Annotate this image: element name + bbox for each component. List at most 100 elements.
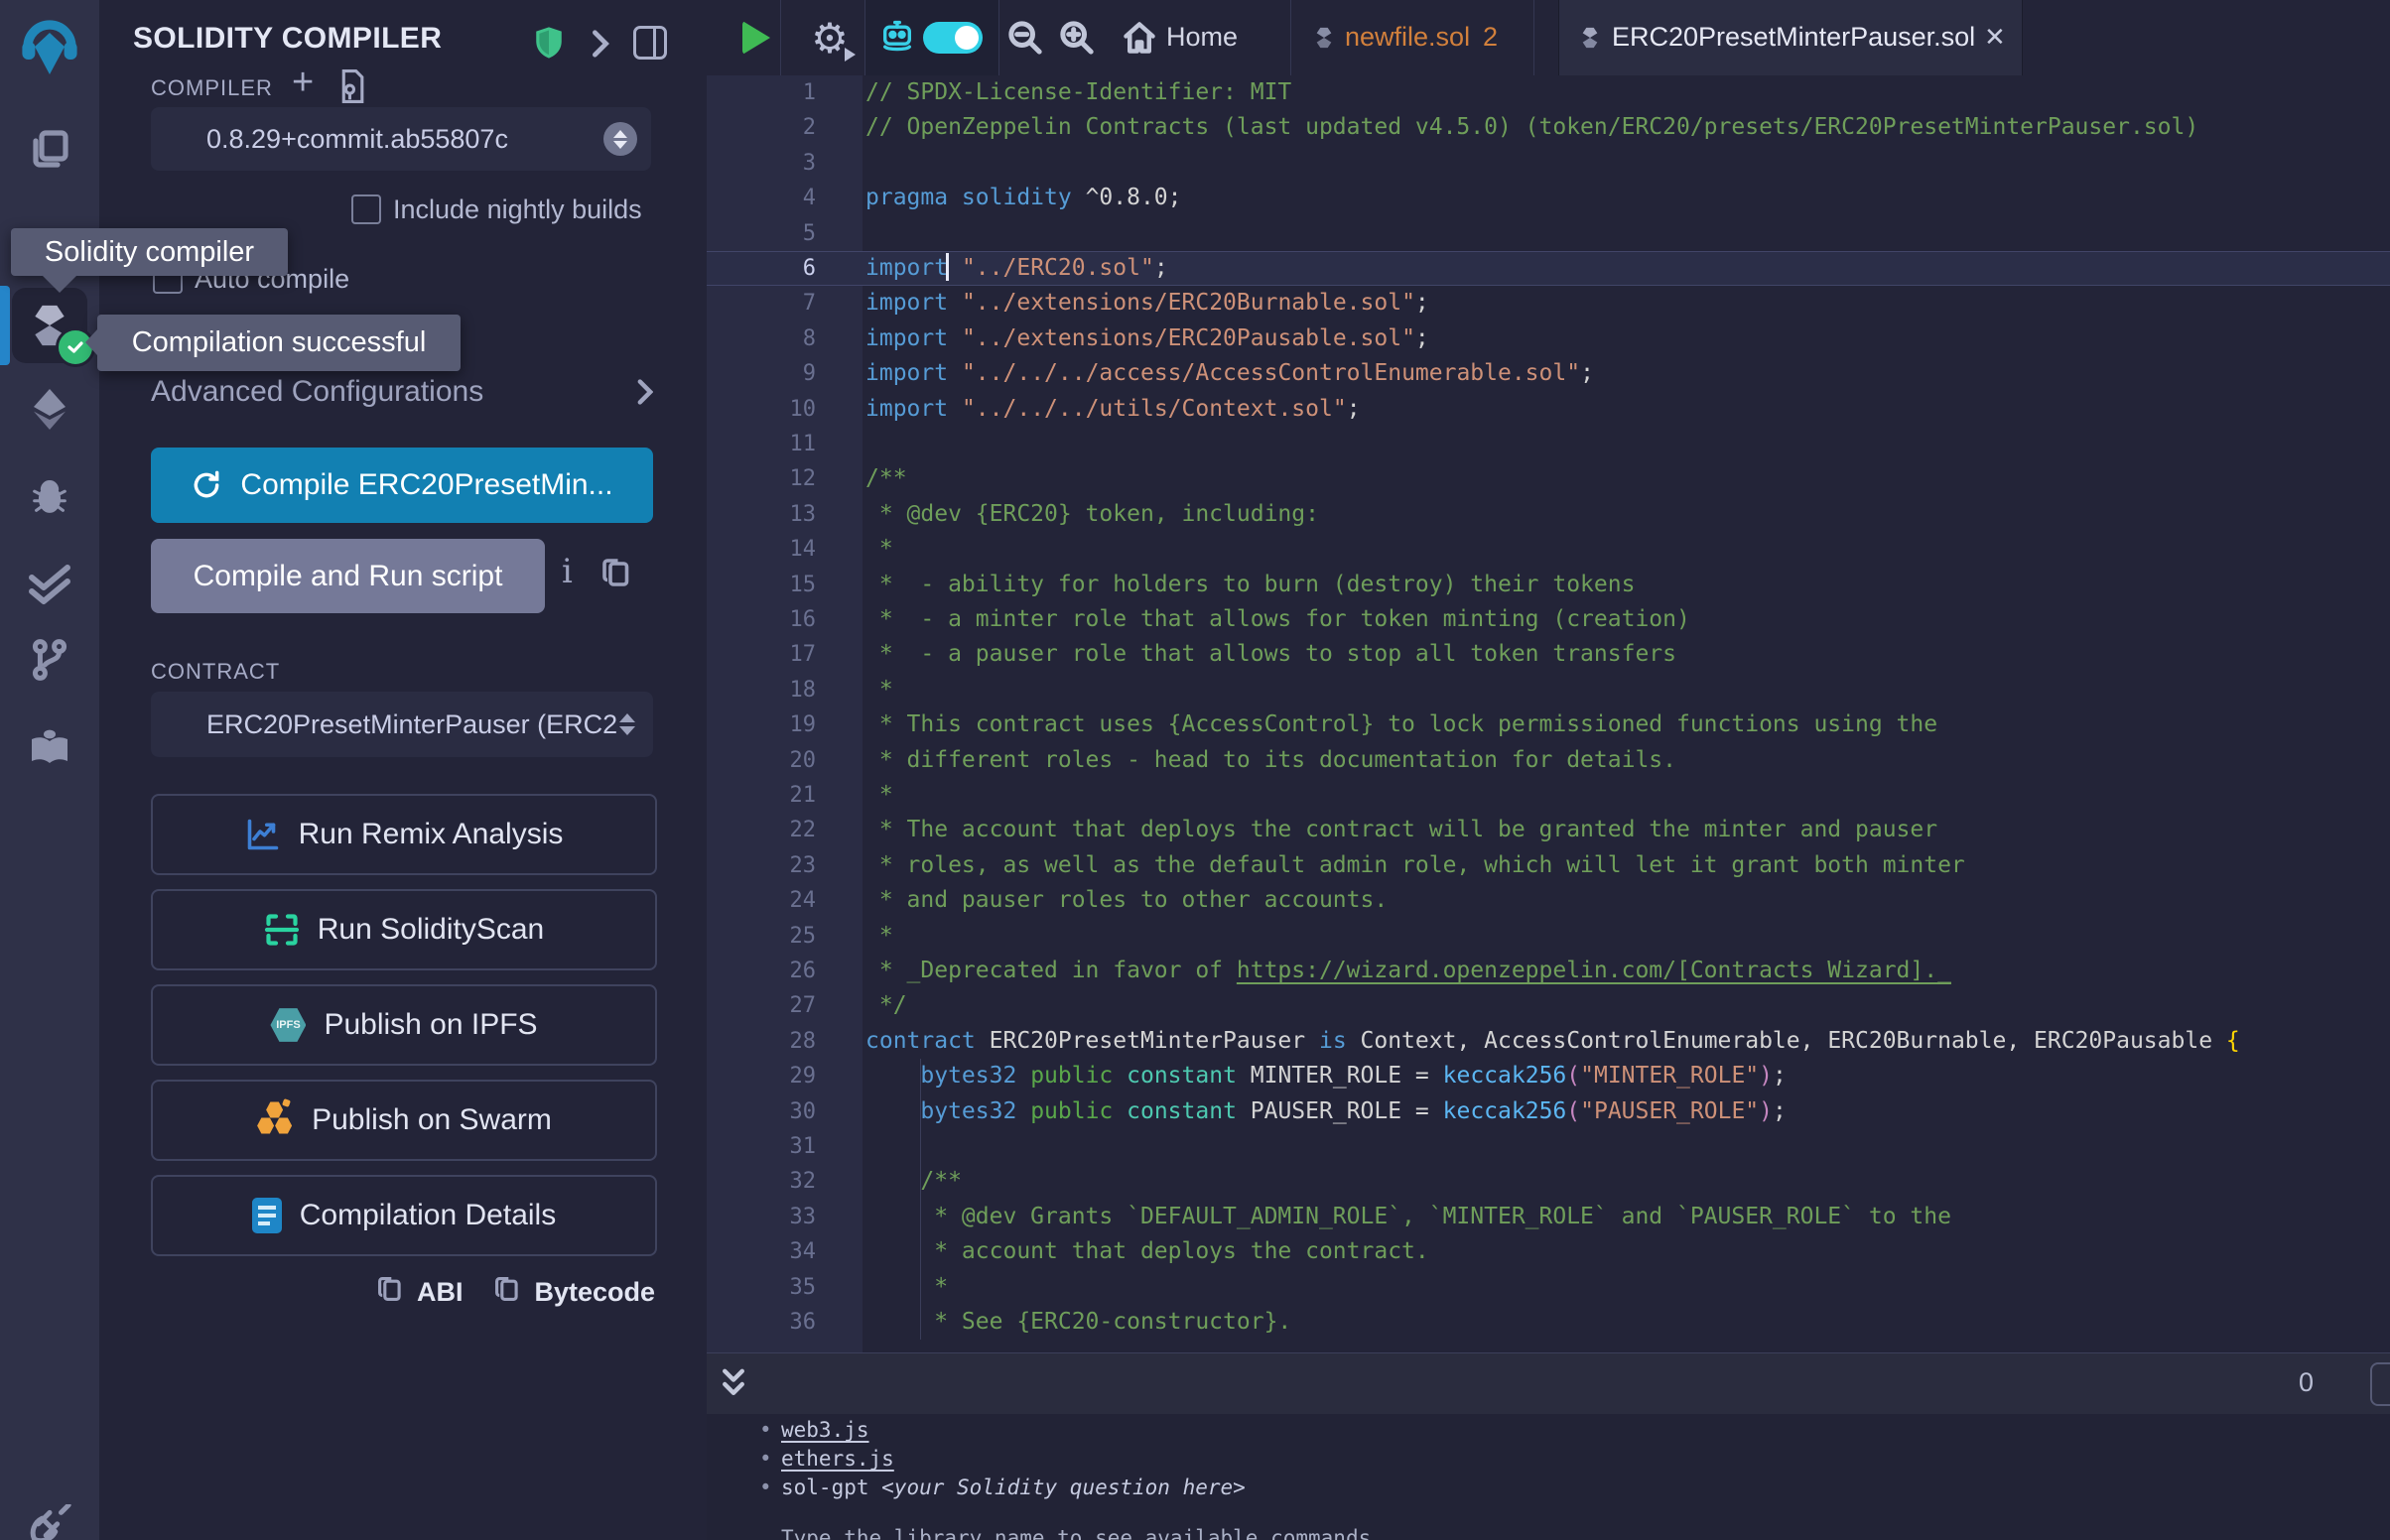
code-line-32[interactable]: 32 /** bbox=[707, 1164, 2390, 1199]
code-line-27[interactable]: 27 */ bbox=[707, 988, 2390, 1023]
plugin-manager-icon[interactable] bbox=[0, 1504, 99, 1540]
compiler-version-select[interactable]: 0.8.29+commit.ab55807c bbox=[151, 107, 651, 171]
code-line-2[interactable]: 2// OpenZeppelin Contracts (last updated… bbox=[707, 110, 2390, 145]
abi-label[interactable]: ABI bbox=[417, 1277, 464, 1308]
ai-robot-icon[interactable] bbox=[875, 0, 919, 75]
file-explorer-icon[interactable] bbox=[0, 114, 99, 184]
solidity-compiler-icon[interactable] bbox=[12, 288, 87, 363]
code-line-15[interactable]: 15 * - ability for holders to burn (dest… bbox=[707, 568, 2390, 602]
code-line-6[interactable]: 6import "../ERC20.sol"; bbox=[707, 251, 2390, 286]
code-line-3[interactable]: 3 bbox=[707, 146, 2390, 181]
tab-erc20presetminterpauser[interactable]: ERC20PresetMinterPauser.sol ✕ bbox=[1558, 0, 2023, 75]
code-line-25[interactable]: 25 * bbox=[707, 919, 2390, 954]
bytecode-label[interactable]: Bytecode bbox=[534, 1277, 655, 1308]
run-remix-analysis-label: Run Remix Analysis bbox=[299, 818, 564, 851]
terminal-bar[interactable]: 0 bbox=[707, 1352, 2390, 1415]
info-icon[interactable]: i bbox=[562, 552, 573, 591]
code-line-14[interactable]: 14 * bbox=[707, 532, 2390, 567]
terminal-line-ethers: •ethers.js bbox=[759, 1447, 894, 1471]
line-number: 11 bbox=[707, 427, 816, 461]
code-line-11[interactable]: 11 bbox=[707, 427, 2390, 461]
collapse-terminal-icon[interactable] bbox=[719, 1365, 748, 1408]
code-line-24[interactable]: 24 * and pauser roles to other accounts. bbox=[707, 883, 2390, 918]
line-number: 12 bbox=[707, 461, 816, 496]
publish-swarm-button[interactable]: Publish on Swarm bbox=[151, 1080, 657, 1161]
code-line-31[interactable]: 31 bbox=[707, 1129, 2390, 1164]
code-line-7[interactable]: 7import "../extensions/ERC20Burnable.sol… bbox=[707, 286, 2390, 321]
ai-copilot-toggle[interactable] bbox=[923, 22, 983, 54]
license-icon[interactable] bbox=[337, 69, 365, 108]
code-line-18[interactable]: 18 * bbox=[707, 673, 2390, 707]
git-icon[interactable] bbox=[0, 625, 99, 695]
zoom-in-icon[interactable] bbox=[1052, 0, 1102, 75]
debugger-icon[interactable] bbox=[0, 460, 99, 530]
code-line-10[interactable]: 10import "../../../utils/Context.sol"; bbox=[707, 392, 2390, 427]
code-line-34[interactable]: 34 * account that deploys the contract. bbox=[707, 1234, 2390, 1269]
compiler-gears-icon[interactable]: ⚙ bbox=[802, 0, 858, 75]
code-line-1[interactable]: 1// SPDX-License-Identifier: MIT bbox=[707, 75, 2390, 110]
code-line-16[interactable]: 16 * - a minter role that allows for tok… bbox=[707, 602, 2390, 637]
run-solidityscan-button[interactable]: Run SolidityScan bbox=[151, 889, 657, 970]
code-line-26[interactable]: 26 * _Deprecated in favor of https://wiz… bbox=[707, 954, 2390, 988]
add-compiler-icon[interactable]: + bbox=[292, 62, 314, 104]
ethers-link[interactable]: ethers.js bbox=[781, 1447, 894, 1471]
deploy-and-run-icon[interactable] bbox=[0, 374, 99, 444]
compile-and-run-button[interactable]: Compile and Run script bbox=[151, 539, 545, 613]
code-line-5[interactable]: 5 bbox=[707, 216, 2390, 251]
advanced-configurations-toggle[interactable]: Advanced Configurations bbox=[151, 373, 653, 411]
shield-icon[interactable] bbox=[534, 26, 564, 64]
code-line-33[interactable]: 33 * @dev Grants `DEFAULT_ADMIN_ROLE`, `… bbox=[707, 1200, 2390, 1234]
line-number: 14 bbox=[707, 532, 816, 567]
zoom-out-icon[interactable] bbox=[1000, 0, 1050, 75]
copy-icon[interactable] bbox=[601, 556, 631, 594]
web3-link[interactable]: web3.js bbox=[781, 1418, 869, 1442]
nightly-builds-checkbox[interactable] bbox=[351, 194, 381, 224]
line-number: 21 bbox=[707, 778, 816, 813]
remix-logo-icon[interactable] bbox=[0, 14, 99, 83]
code-line-19[interactable]: 19 * This contract uses {AccessControl} … bbox=[707, 707, 2390, 742]
code-line-8[interactable]: 8import "../extensions/ERC20Pausable.sol… bbox=[707, 321, 2390, 356]
run-remix-analysis-button[interactable]: Run Remix Analysis bbox=[151, 794, 657, 875]
line-number: 27 bbox=[707, 988, 816, 1023]
code-line-29[interactable]: 29 bytes32 public constant MINTER_ROLE =… bbox=[707, 1059, 2390, 1093]
code-line-9[interactable]: 9import "../../../access/AccessControlEn… bbox=[707, 356, 2390, 391]
terminal-search-input[interactable] bbox=[2370, 1362, 2390, 1406]
copy-bytecode-icon[interactable] bbox=[494, 1274, 520, 1311]
code-line-30[interactable]: 30 bytes32 public constant PAUSER_ROLE =… bbox=[707, 1094, 2390, 1129]
line-number: 28 bbox=[707, 1024, 816, 1059]
compilation-details-button[interactable]: Compilation Details bbox=[151, 1175, 657, 1256]
expand-chevron-icon[interactable] bbox=[592, 30, 609, 63]
pin-panel-icon[interactable] bbox=[633, 26, 667, 60]
home-icon[interactable] bbox=[1118, 0, 1161, 75]
contract-select[interactable]: ERC20PresetMinterPauser (ERC20 bbox=[151, 692, 653, 757]
compile-button[interactable]: Compile ERC20PresetMin... bbox=[151, 448, 653, 523]
code-line-23[interactable]: 23 * roles, as well as the default admin… bbox=[707, 848, 2390, 883]
terminal-line-solgpt: •sol-gpt <your Solidity question here> bbox=[759, 1476, 1246, 1499]
code-line-17[interactable]: 17 * - a pauser role that allows to stop… bbox=[707, 637, 2390, 672]
learneth-book-icon[interactable] bbox=[0, 712, 99, 782]
tab-newfile-label: newfile.sol bbox=[1345, 22, 1470, 53]
code-line-35[interactable]: 35 * bbox=[707, 1270, 2390, 1305]
code-line-13[interactable]: 13 * @dev {ERC20} token, including: bbox=[707, 497, 2390, 532]
code-line-36[interactable]: 36 * See {ERC20-constructor}. bbox=[707, 1305, 2390, 1340]
unit-testing-icon[interactable] bbox=[0, 549, 99, 618]
active-tab-label: ERC20PresetMinterPauser.sol bbox=[1612, 22, 1975, 53]
copy-abi-icon[interactable] bbox=[377, 1274, 403, 1311]
line-number: 36 bbox=[707, 1305, 816, 1340]
code-line-12[interactable]: 12/** bbox=[707, 461, 2390, 496]
code-line-22[interactable]: 22 * The account that deploys the contra… bbox=[707, 813, 2390, 847]
code-line-20[interactable]: 20 * different roles - head to its docum… bbox=[707, 743, 2390, 778]
code-line-4[interactable]: 4pragma solidity ^0.8.0; bbox=[707, 181, 2390, 215]
run-script-play-icon[interactable] bbox=[742, 21, 770, 55]
tab-newfile[interactable]: newfile.sol 2 bbox=[1290, 0, 1533, 75]
code-line-28[interactable]: 28contract ERC20PresetMinterPauser is Co… bbox=[707, 1024, 2390, 1059]
tab-close-icon[interactable]: ✕ bbox=[1984, 22, 2006, 53]
line-number: 26 bbox=[707, 954, 816, 988]
line-number: 2 bbox=[707, 110, 816, 145]
publish-ipfs-button[interactable]: IPFS Publish on IPFS bbox=[151, 984, 657, 1066]
scan-icon bbox=[264, 912, 300, 948]
code-editor[interactable]: 1// SPDX-License-Identifier: MIT2// Open… bbox=[707, 75, 2390, 1352]
tab-home[interactable]: Home bbox=[1166, 22, 1238, 53]
line-number: 19 bbox=[707, 707, 816, 742]
code-line-21[interactable]: 21 * bbox=[707, 778, 2390, 813]
